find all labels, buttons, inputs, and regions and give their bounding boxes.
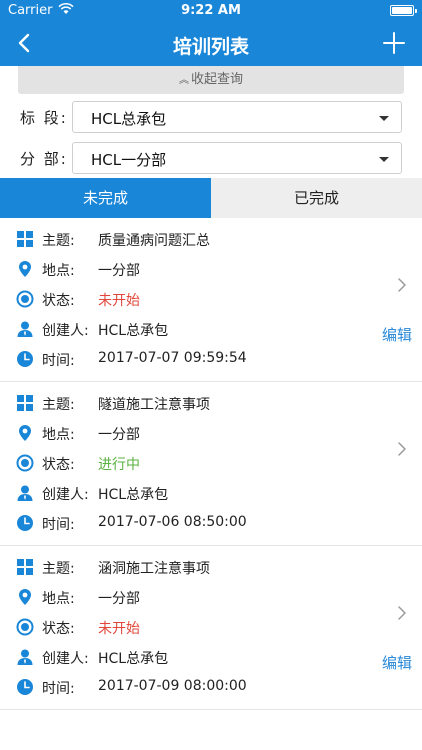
- time-row: 时间: 2017-07-09 08:00:00: [0, 672, 360, 702]
- location-pin-icon: [19, 261, 31, 277]
- time-row: 时间: 2017-07-07 09:59:54: [0, 344, 360, 374]
- status-ring-icon: [16, 290, 34, 308]
- status-row: 状态: 未开始: [0, 612, 360, 642]
- status-time: 9:22 AM: [181, 3, 241, 18]
- location-label: 地点:: [42, 263, 75, 279]
- time-value: 2017-07-06 08:50:00: [98, 514, 247, 530]
- creator-label: 创建人:: [42, 487, 89, 503]
- clock-icon: [17, 679, 33, 695]
- caret-down-icon: [379, 157, 389, 162]
- topic-value: 隧道施工注意事项: [98, 397, 210, 413]
- status-label: 状态:: [42, 293, 75, 309]
- tab-bar: 未完成 已完成: [0, 178, 422, 218]
- creator-row: 创建人: HCL总承包: [0, 642, 360, 672]
- creator-label: 创建人:: [42, 323, 89, 339]
- location-label: 地点:: [42, 591, 75, 607]
- collapse-query-button[interactable]: ︽ 收起查询: [18, 66, 404, 94]
- section-label: 标 段:: [20, 109, 68, 127]
- status-ring-icon: [16, 618, 34, 636]
- status-value: 进行中: [98, 457, 140, 473]
- collapse-query-label: 收起查询: [190, 72, 243, 87]
- time-value: 2017-07-07 09:59:54: [98, 350, 247, 366]
- time-value: 2017-07-09 08:00:00: [98, 678, 247, 694]
- chevron-right-icon[interactable]: [396, 604, 408, 622]
- chevron-right-icon[interactable]: [396, 440, 408, 458]
- branch-filter-row: 分 部: HCL一分部: [0, 142, 422, 174]
- location-value: 一分部: [98, 263, 140, 279]
- topic-row: 主题: 涵洞施工注意事项: [0, 552, 360, 582]
- status-value: 未开始: [98, 293, 140, 309]
- tab-incomplete[interactable]: 未完成: [0, 178, 211, 218]
- training-item[interactable]: 主题: 隧道施工注意事项 地点: 一分部 状态: 进行中 创建人: HCL总承包…: [0, 382, 422, 546]
- clock-icon: [17, 515, 33, 531]
- training-list: 主题: 质量通病问题汇总 地点: 一分部 状态: 未开始 创建人: HCL总承包…: [0, 218, 422, 710]
- location-pin-icon: [19, 589, 31, 605]
- topic-value: 涵洞施工注意事项: [98, 561, 210, 577]
- creator-value: HCL总承包: [98, 487, 169, 503]
- location-row: 地点: 一分部: [0, 418, 360, 448]
- tab-complete[interactable]: 已完成: [211, 178, 422, 218]
- creator-row: 创建人: HCL总承包: [0, 314, 360, 344]
- status-label: 状态:: [42, 621, 75, 637]
- location-label: 地点:: [42, 427, 75, 443]
- edit-button[interactable]: 编辑: [382, 652, 412, 673]
- topic-label: 主题:: [42, 233, 75, 249]
- section-select[interactable]: HCL总承包: [72, 101, 402, 133]
- time-row: 时间: 2017-07-06 08:50:00: [0, 508, 360, 538]
- status-bar: Carrier 9:22 AM: [0, 0, 422, 22]
- location-value: 一分部: [98, 591, 140, 607]
- branch-value: HCL一分部: [91, 151, 167, 169]
- location-value: 一分部: [98, 427, 140, 443]
- status-row: 状态: 进行中: [0, 448, 360, 478]
- topic-label: 主题:: [42, 397, 75, 413]
- user-icon: [17, 321, 33, 337]
- chevron-right-icon[interactable]: [396, 276, 408, 294]
- section-value: HCL总承包: [91, 110, 167, 128]
- branch-label: 分 部:: [20, 150, 68, 168]
- page-title: 培训列表: [172, 36, 249, 58]
- add-button[interactable]: [382, 31, 406, 55]
- status-value: 未开始: [98, 621, 140, 637]
- battery-icon: [390, 5, 417, 16]
- creator-value: HCL总承包: [98, 651, 169, 667]
- caret-down-icon: [379, 116, 389, 121]
- clock-icon: [17, 351, 33, 367]
- user-icon: [17, 485, 33, 501]
- grid-icon: [17, 559, 33, 575]
- status-row: 状态: 未开始: [0, 284, 360, 314]
- training-item[interactable]: 主题: 质量通病问题汇总 地点: 一分部 状态: 未开始 创建人: HCL总承包…: [0, 218, 422, 382]
- status-label: 状态:: [42, 457, 75, 473]
- time-label: 时间:: [42, 353, 75, 369]
- double-chevron-up-icon: ︽: [178, 75, 189, 86]
- location-pin-icon: [19, 425, 31, 441]
- time-label: 时间:: [42, 517, 75, 533]
- time-label: 时间:: [42, 681, 75, 697]
- grid-icon: [17, 395, 33, 411]
- section-filter-row: 标 段: HCL总承包: [0, 101, 422, 133]
- location-row: 地点: 一分部: [0, 254, 360, 284]
- topic-value: 质量通病问题汇总: [98, 233, 210, 249]
- topic-row: 主题: 隧道施工注意事项: [0, 388, 360, 418]
- training-item[interactable]: 主题: 涵洞施工注意事项 地点: 一分部 状态: 未开始 创建人: HCL总承包…: [0, 546, 422, 710]
- creator-row: 创建人: HCL总承包: [0, 478, 360, 508]
- creator-value: HCL总承包: [98, 323, 169, 339]
- grid-icon: [17, 231, 33, 247]
- user-icon: [17, 649, 33, 665]
- topic-label: 主题:: [42, 561, 75, 577]
- creator-label: 创建人:: [42, 651, 89, 667]
- edit-button[interactable]: 编辑: [382, 324, 412, 345]
- branch-select[interactable]: HCL一分部: [72, 142, 402, 174]
- topic-row: 主题: 质量通病问题汇总: [0, 224, 360, 254]
- nav-bar: 培训列表: [0, 22, 422, 66]
- status-ring-icon: [16, 454, 34, 472]
- location-row: 地点: 一分部: [0, 582, 360, 612]
